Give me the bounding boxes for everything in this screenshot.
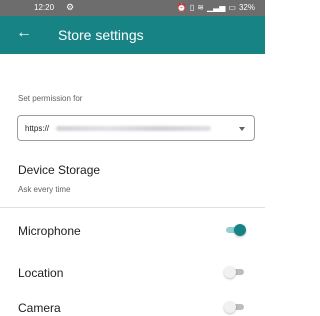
wifi-icon: ≋: [197, 3, 204, 12]
device-storage-subtitle: Ask every time: [18, 185, 71, 194]
battery-icon: ▭: [228, 3, 236, 12]
toggle-thumb: [224, 266, 236, 278]
microphone-label: Microphone: [18, 224, 81, 238]
camera-label: Camera: [18, 301, 61, 315]
page-title: Store settings: [58, 27, 144, 43]
camera-toggle[interactable]: [224, 301, 246, 313]
site-url-select[interactable]: https://: [17, 115, 255, 141]
location-toggle[interactable]: [224, 266, 246, 278]
status-bar: 12:20 ⚙ ⏰ ▯ ≋ ▁▃▅ ▭ 32%: [0, 0, 265, 16]
alarm-icon: ⏰: [176, 3, 187, 12]
status-time: 12:20: [34, 3, 55, 12]
toggle-thumb: [224, 301, 236, 313]
gear-icon: ⚙: [66, 2, 75, 12]
location-label: Location: [18, 266, 64, 280]
chevron-down-icon: [239, 127, 245, 131]
battery-level: 32%: [238, 3, 255, 12]
status-icons: ⏰ ▯ ≋ ▁▃▅ ▭ 32%: [177, 3, 255, 12]
vibrate-icon: ▯: [189, 3, 195, 12]
blurred-url: [56, 126, 211, 131]
toggle-thumb: [234, 224, 246, 236]
permission-label: Set permission for: [18, 94, 83, 103]
microphone-toggle[interactable]: [224, 224, 246, 236]
signal-icon: ▁▃▅: [206, 3, 226, 12]
site-url-prefix: https://: [25, 124, 50, 133]
divider: [0, 207, 265, 208]
device-storage-title[interactable]: Device Storage: [18, 163, 100, 177]
app-bar: ← Store settings: [0, 16, 265, 54]
arrow-left-icon[interactable]: ←: [16, 25, 32, 41]
